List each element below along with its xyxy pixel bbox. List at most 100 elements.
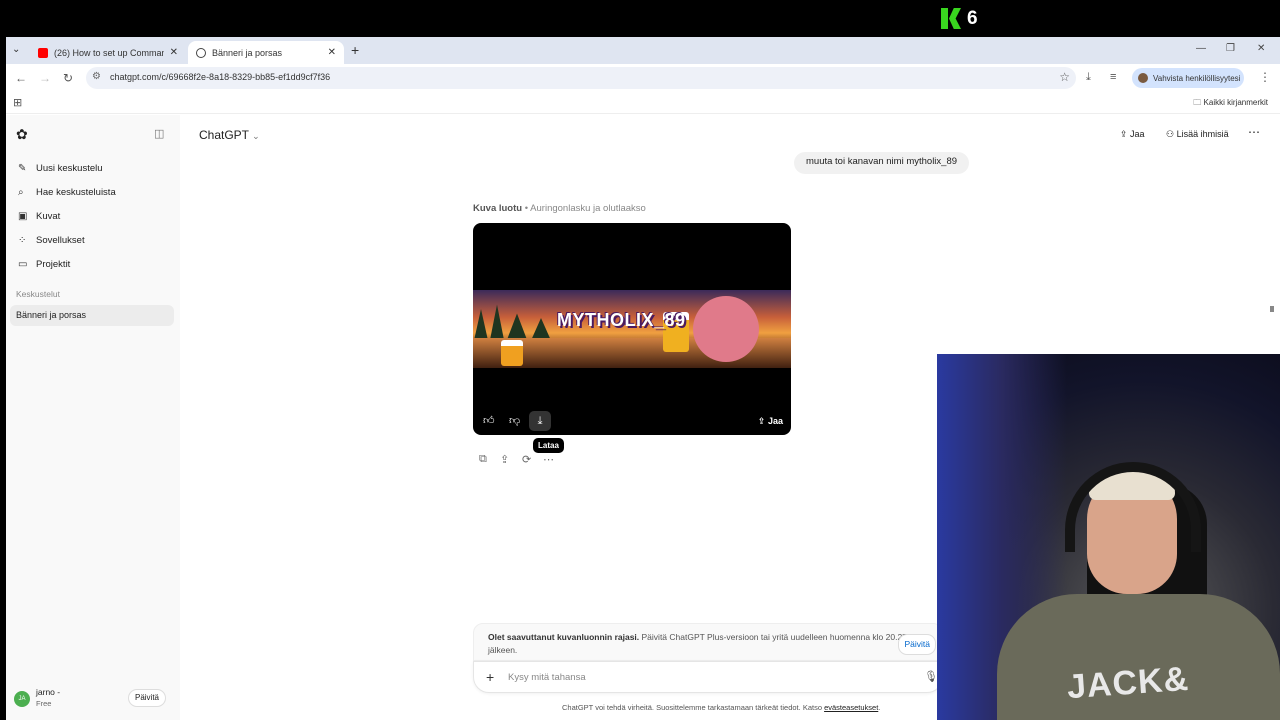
profile-avatar: [1138, 73, 1148, 83]
new-tab-button[interactable]: +: [351, 42, 359, 58]
model-selector[interactable]: ChatGPT ⌄: [199, 128, 260, 142]
restore-icon[interactable]: ❐: [1226, 43, 1235, 54]
image-caption-title: • Auringonlasku ja olutlaakso: [522, 203, 646, 214]
disclaimer-text: ChatGPT voi tehdä virheitä. Suosittelemm…: [562, 703, 825, 712]
headset-image: [1065, 462, 1201, 552]
user-name: jarno -: [36, 687, 61, 697]
image-caption: Kuva luotu • Auringonlasku ja olutlaakso: [473, 203, 646, 214]
disclaimer: ChatGPT voi tehdä virheitä. Suosittelemm…: [562, 703, 880, 712]
download-tooltip: Lataa: [533, 438, 564, 453]
media-icon[interactable]: ≡: [1110, 71, 1116, 83]
search-icon: ⌕: [18, 186, 24, 198]
download-image-button[interactable]: ⤓: [529, 411, 551, 431]
avatar: JA: [14, 691, 30, 707]
sidebar: ✿ ◫ ✎ Uusi keskustelu ⌕ Hae keskusteluista…: [6, 115, 180, 720]
sidebar-toggle-icon[interactable]: ◫: [154, 127, 164, 140]
sidebar-item-projects[interactable]: ▭ Projektit: [18, 254, 70, 274]
generated-image-card[interactable]: MYTHOLIX_89 👍︎ 👎︎ ⤓ ⇪ Jaa: [473, 223, 791, 435]
edit-icon: ✎: [18, 162, 27, 174]
more-options-icon[interactable]: ⋯: [1248, 125, 1260, 139]
chat-history-item[interactable]: Bänneri ja porsas: [10, 305, 174, 326]
mic-icon[interactable]: 🎙︎: [924, 670, 938, 683]
all-bookmarks-label: Kaikki kirjanmerkit: [1203, 98, 1268, 107]
image-share-button[interactable]: ⇪ Jaa: [758, 416, 783, 427]
tab-title: (26) How to set up Commands: [54, 47, 164, 58]
kick-logo-icon: [941, 8, 961, 29]
openai-logo-icon[interactable]: ✿: [16, 126, 28, 143]
sidebar-item-search[interactable]: ⌕ Hae keskusteluista: [18, 182, 116, 202]
site-info-icon[interactable]: ⚙: [92, 71, 101, 82]
sidebar-item-apps[interactable]: ⁘ Sovellukset: [18, 230, 85, 250]
sidebar-item-images[interactable]: ▣ Kuvat: [18, 206, 60, 226]
sidebar-item-label: Sovellukset: [36, 234, 85, 246]
image-icon: ▣: [18, 210, 28, 222]
back-icon[interactable]: ←: [15, 71, 27, 85]
close-window-icon[interactable]: ✕: [1257, 43, 1265, 54]
close-tab-icon[interactable]: ✕: [328, 47, 336, 58]
bookmarks-bar: ⊞ 🗀 Kaikki kirjanmerkit: [6, 92, 1280, 114]
tab-search-icon[interactable]: ⌄: [12, 44, 20, 55]
close-tab-icon[interactable]: ✕: [170, 47, 178, 58]
user-message: muuta toi kanavan nimi mytholix_89: [794, 152, 970, 174]
browser-toolbar: ← → ↻ ⚙ chatgpt.com/c/69668f2e-8a18-8329…: [6, 64, 1280, 92]
share-label: Jaa: [1130, 129, 1145, 139]
profile-chip-label: Vahvista henkilöllisyytesi: [1153, 73, 1241, 83]
download-icon[interactable]: ⤓: [1086, 71, 1091, 84]
share-button[interactable]: ⇪ Jaa: [1120, 129, 1145, 140]
viewer-count: 6: [967, 8, 978, 29]
all-bookmarks[interactable]: 🗀 Kaikki kirjanmerkit: [1193, 97, 1268, 111]
thumbs-down-icon[interactable]: 👎︎: [509, 414, 520, 427]
disclaimer-end: .: [878, 703, 881, 712]
tab-youtube[interactable]: (26) How to set up Commands ✕: [30, 41, 186, 64]
message-composer[interactable]: + Kysy mitä tahansa 🎙︎: [473, 661, 943, 693]
share-icon[interactable]: ⇪: [500, 453, 509, 466]
stream-overlay-bar: 6: [0, 0, 1280, 37]
thumbs-up-icon[interactable]: 👍︎: [483, 414, 495, 427]
tab-title: Bänneri ja porsas: [212, 47, 283, 58]
cookie-settings-link[interactable]: evästeasetukset: [824, 703, 878, 712]
image-limit-notice: Olet saavuttanut kuvanluonnin rajasi. Pä…: [473, 623, 943, 661]
upgrade-plus-button[interactable]: Päivitä: [898, 634, 936, 655]
forward-icon[interactable]: →: [39, 71, 51, 85]
add-people-button[interactable]: ⚇ Lisää ihmisiä: [1166, 129, 1229, 140]
copy-icon[interactable]: ⧉: [479, 453, 487, 466]
profile-chip[interactable]: Vahvista henkilöllisyytesi: [1132, 68, 1244, 88]
reload-icon[interactable]: ↻: [63, 71, 73, 85]
generated-banner-image[interactable]: MYTHOLIX_89: [473, 290, 791, 368]
scrollbar-thumb[interactable]: [1270, 306, 1274, 312]
apps-icon: ⁘: [18, 234, 27, 246]
image-caption-status: Kuva luotu: [473, 203, 523, 214]
user-plan: Free: [36, 699, 52, 708]
more-actions-icon[interactable]: ⋯: [543, 453, 554, 466]
sidebar-item-label: Projektit: [36, 258, 71, 270]
sidebar-section-title: Keskustelut: [16, 289, 60, 299]
attach-plus-icon[interactable]: +: [486, 669, 494, 685]
url-text: chatgpt.com/c/69668f2e-8a18-8329-bb85-ef…: [110, 72, 331, 82]
folder-icon: ▭: [18, 258, 28, 270]
sidebar-item-label: Kuvat: [36, 210, 61, 222]
youtube-icon: [38, 47, 48, 58]
upgrade-button[interactable]: Päivitä: [128, 689, 166, 707]
webcam-overlay: JACK&: [937, 354, 1280, 720]
bookmark-star-icon[interactable]: ☆: [1059, 70, 1070, 84]
limit-notice-title: Olet saavuttanut kuvanluonnin rajasi.: [488, 632, 640, 642]
address-bar[interactable]: ⚙ chatgpt.com/c/69668f2e-8a18-8329-bb85-…: [86, 67, 1076, 89]
apps-grid-icon[interactable]: ⊞: [13, 96, 22, 109]
pig-image: [693, 296, 759, 362]
beer-mug-image: [501, 340, 523, 366]
model-name: ChatGPT: [199, 128, 249, 142]
chatgpt-icon: [196, 47, 206, 58]
sidebar-item-new-chat[interactable]: ✎ Uusi keskustelu: [18, 158, 103, 178]
tab-chatgpt[interactable]: Bänneri ja porsas ✕: [188, 41, 344, 64]
sidebar-item-label: Uusi keskustelu: [36, 162, 103, 174]
sidebar-item-label: Hae keskusteluista: [36, 186, 116, 198]
tab-strip: ⌄ (26) How to set up Commands ✕ Bänneri …: [6, 37, 1280, 64]
composer-input[interactable]: Kysy mitä tahansa: [508, 672, 586, 683]
minimize-icon[interactable]: —: [1196, 43, 1206, 54]
add-people-label: Lisää ihmisiä: [1176, 129, 1229, 139]
regenerate-icon[interactable]: ⟳: [522, 453, 531, 466]
chevron-down-icon: ⌄: [252, 131, 260, 141]
image-share-label: Jaa: [767, 416, 783, 426]
browser-menu-icon[interactable]: ⋮: [1259, 70, 1271, 84]
banner-text: MYTHOLIX_89: [557, 310, 686, 330]
